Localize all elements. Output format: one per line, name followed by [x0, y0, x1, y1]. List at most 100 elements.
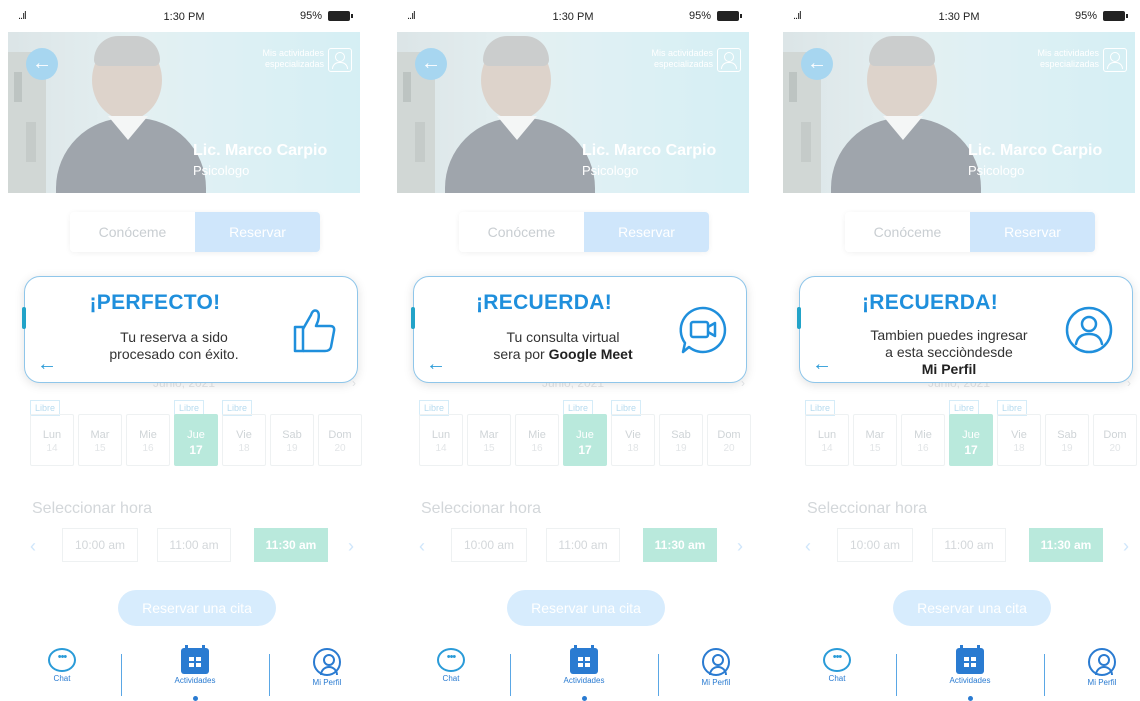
- mis-actividades-line2: especializadas: [1039, 59, 1099, 69]
- tab-reservar[interactable]: Reservar: [584, 212, 709, 252]
- modal-line: a esta secciòndesde: [885, 344, 1013, 360]
- day-lun[interactable]: Lun 14: [30, 414, 74, 466]
- time-slot[interactable]: 10:00 am: [451, 528, 527, 562]
- nav-perfil[interactable]: Mi Perfil: [287, 648, 367, 687]
- day-sab[interactable]: Sab 19: [270, 414, 314, 466]
- day-mar[interactable]: Mar 15: [78, 414, 122, 466]
- day-name: Dom: [328, 429, 352, 441]
- day-number: 20: [334, 443, 346, 454]
- day-mar[interactable]: Mar 15: [467, 414, 511, 466]
- time-slot[interactable]: 10:00 am: [837, 528, 913, 562]
- tab-conoceme[interactable]: Conóceme: [70, 212, 195, 252]
- day-jue[interactable]: Jue 17: [563, 414, 607, 466]
- time-slot[interactable]: 10:00 am: [62, 528, 138, 562]
- nav-perfil[interactable]: Mi Perfil: [1062, 648, 1140, 687]
- nav-chat[interactable]: Chat: [22, 648, 102, 683]
- modal-line: Mi Perfil: [836, 361, 1062, 378]
- back-button[interactable]: ←: [415, 48, 447, 80]
- time-slot-selected[interactable]: 11:30 am: [254, 528, 328, 562]
- tab-conoceme[interactable]: Conóceme: [845, 212, 970, 252]
- modal-line: Tu reserva a sido: [120, 329, 228, 345]
- prev-time-icon[interactable]: ‹: [30, 536, 36, 557]
- nav-perfil-label: Mi Perfil: [312, 678, 342, 687]
- day-name: Lun: [817, 429, 837, 441]
- day-jue[interactable]: Jue 17: [949, 414, 993, 466]
- day-mie[interactable]: Mie 16: [901, 414, 945, 466]
- modal-message: Tu consulta virtual sera por Google Meet: [450, 329, 676, 363]
- day-sab[interactable]: Sab 19: [1045, 414, 1089, 466]
- nav-chat[interactable]: Chat: [797, 648, 877, 683]
- calendar-icon: [956, 645, 984, 674]
- status-bar: ..ıl 1:30 PM 95%: [775, 0, 1140, 32]
- select-hour-title: Seleccionar hora: [807, 500, 928, 517]
- prev-time-icon[interactable]: ‹: [805, 536, 811, 557]
- day-vie[interactable]: Vie 18: [611, 414, 655, 466]
- tab-reservar[interactable]: Reservar: [970, 212, 1095, 252]
- doctor-name: Lic. Marco Carpio: [193, 142, 328, 159]
- day-name: Vie: [1011, 429, 1027, 441]
- back-button[interactable]: ←: [26, 48, 58, 80]
- time-slot[interactable]: 11:00 am: [932, 528, 1006, 562]
- nav-actividades-label: Actividades: [949, 676, 991, 685]
- day-number: 15: [869, 443, 881, 454]
- day-dom[interactable]: Dom 20: [1093, 414, 1137, 466]
- modal-title: ¡PERFECTO!: [89, 291, 221, 314]
- next-time-icon[interactable]: ›: [348, 536, 354, 557]
- next-time-icon[interactable]: ›: [1123, 536, 1129, 557]
- day-lun[interactable]: Lun 14: [805, 414, 849, 466]
- tab-conoceme[interactable]: Conóceme: [459, 212, 584, 252]
- mis-actividades-label: Mis actividades especializadas: [262, 48, 324, 70]
- day-vie[interactable]: Vie 18: [997, 414, 1041, 466]
- time-slot-selected[interactable]: 11:30 am: [643, 528, 717, 562]
- day-dom[interactable]: Dom 20: [318, 414, 362, 466]
- day-dom[interactable]: Dom 20: [707, 414, 751, 466]
- chat-icon: [437, 648, 465, 672]
- day-lun[interactable]: Lun 14: [419, 414, 463, 466]
- doctor-role: Psicologo: [193, 163, 250, 178]
- mis-actividades-link[interactable]: Mis actividades especializadas: [1037, 48, 1127, 72]
- modal-back-icon[interactable]: ←: [812, 353, 832, 376]
- profile-icon: [313, 648, 341, 676]
- nav-perfil-label: Mi Perfil: [701, 678, 731, 687]
- mis-actividades-link[interactable]: Mis actividades especializadas: [262, 48, 352, 72]
- time-slot-row: ‹ 10:00 am 11:00 am 11:30 am ›: [775, 528, 1140, 564]
- time-slot[interactable]: 11:00 am: [157, 528, 231, 562]
- reservar-cita-button[interactable]: Reservar una cita: [118, 590, 276, 626]
- mis-actividades-link[interactable]: Mis actividades especializadas: [651, 48, 741, 72]
- prev-time-icon[interactable]: ‹: [419, 536, 425, 557]
- modal-back-icon[interactable]: ←: [426, 353, 446, 376]
- nav-actividades-label: Actividades: [174, 676, 216, 685]
- time-slot[interactable]: 11:00 am: [546, 528, 620, 562]
- tab-reservar[interactable]: Reservar: [195, 212, 320, 252]
- calendar-icon: [181, 645, 209, 674]
- nav-actividades[interactable]: Actividades: [544, 645, 624, 685]
- nav-actividades[interactable]: Actividades: [155, 645, 235, 685]
- modal-line-text: sera por: [493, 346, 549, 362]
- phone-screen-3: ..ıl 1:30 PM 95% ← Mis actividades espec…: [775, 0, 1140, 701]
- day-number: 19: [675, 443, 687, 454]
- nav-chat[interactable]: Chat: [411, 648, 491, 683]
- nav-perfil[interactable]: Mi Perfil: [676, 648, 756, 687]
- day-number: 15: [94, 443, 106, 454]
- day-vie[interactable]: Vie 18: [222, 414, 266, 466]
- mis-actividades-label: Mis actividades especializadas: [651, 48, 713, 70]
- day-name: Mar: [90, 429, 110, 441]
- day-mie[interactable]: Mie 16: [515, 414, 559, 466]
- day-name: Mie: [528, 429, 546, 441]
- reservar-cita-button[interactable]: Reservar una cita: [893, 590, 1051, 626]
- day-number: 16: [917, 443, 929, 454]
- day-sab[interactable]: Sab 19: [659, 414, 703, 466]
- time-slot-selected[interactable]: 11:30 am: [1029, 528, 1103, 562]
- next-time-icon[interactable]: ›: [737, 536, 743, 557]
- reservar-cita-button[interactable]: Reservar una cita: [507, 590, 665, 626]
- day-mie[interactable]: Mie 16: [126, 414, 170, 466]
- battery-percent: 95%: [1074, 10, 1097, 22]
- modal-line: procesado con éxito.: [109, 346, 239, 362]
- day-jue[interactable]: Jue 17: [174, 414, 218, 466]
- back-button[interactable]: ←: [801, 48, 833, 80]
- day-mar[interactable]: Mar 15: [853, 414, 897, 466]
- nav-actividades[interactable]: Actividades: [930, 645, 1010, 685]
- modal-back-icon[interactable]: ←: [37, 353, 57, 376]
- phone-screen-1: ..ıl 1:30 PM 95% ← Mis actividades espec…: [0, 0, 368, 701]
- day-name: Sab: [1057, 429, 1077, 441]
